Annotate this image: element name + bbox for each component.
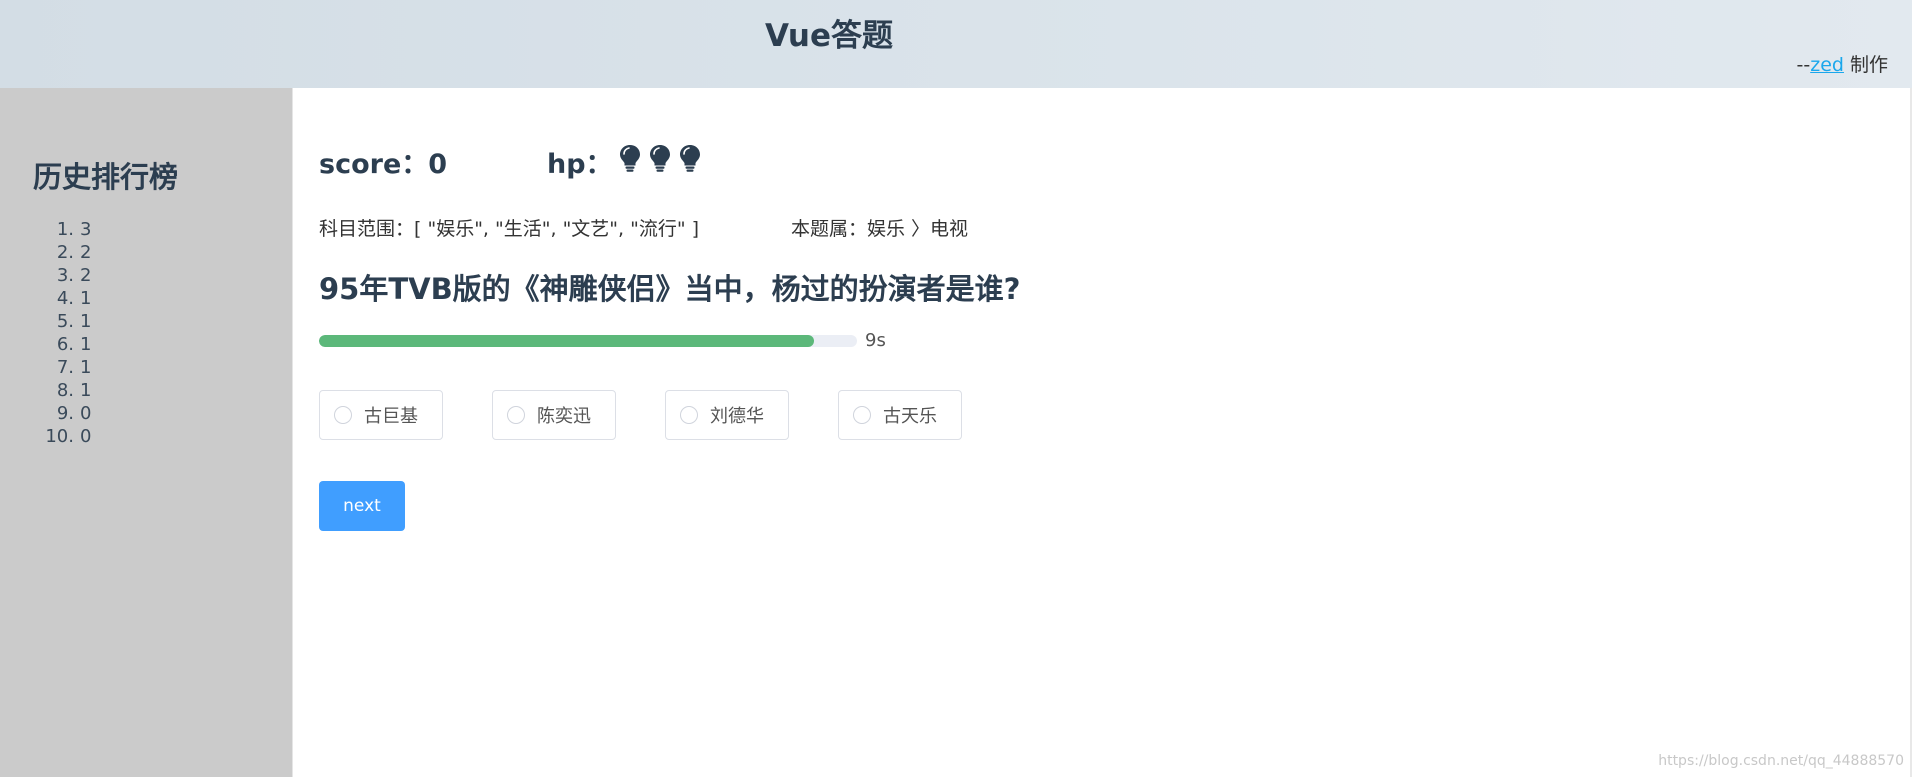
radio-button[interactable] bbox=[334, 406, 352, 424]
lightbulb-icon bbox=[613, 143, 643, 180]
rank-number: 8. bbox=[56, 380, 74, 401]
timer-text: 9s bbox=[865, 330, 886, 351]
hp-icons bbox=[613, 143, 703, 180]
timer-progress: 9s bbox=[319, 330, 886, 351]
leaderboard-sidebar: 历史排行榜 1. 3 2. 2 3. 2 4. 1 5. 1 6. 1 7. 1 8. 1 9. 0 10. 0 bbox=[0, 88, 292, 777]
rank-score: 1 bbox=[80, 288, 92, 309]
hp-label: hp： bbox=[547, 149, 613, 180]
rank-number: 3. bbox=[56, 265, 74, 286]
leaderboard-item: 10. 0 bbox=[0, 425, 200, 448]
status-row: score：0 hp： bbox=[319, 142, 703, 181]
answer-option[interactable]: 古巨基 bbox=[319, 390, 443, 440]
radio-button[interactable] bbox=[853, 406, 871, 424]
rank-score: 2 bbox=[80, 265, 92, 286]
leaderboard-item: 9. 0 bbox=[0, 402, 200, 425]
app-header: Vue答题 --zed 制作 bbox=[0, 0, 1912, 88]
hp-display: hp： bbox=[547, 142, 703, 181]
rank-number: 5. bbox=[56, 311, 74, 332]
author-link[interactable]: zed bbox=[1810, 54, 1844, 76]
radio-button[interactable] bbox=[680, 406, 698, 424]
meta-row: 科目范围：[ "娱乐", "生活", "文艺", "流行" ] 本题属：娱乐 〉… bbox=[319, 214, 968, 241]
leaderboard-item: 8. 1 bbox=[0, 379, 200, 402]
rank-number: 2. bbox=[56, 242, 74, 263]
progress-track bbox=[319, 334, 857, 347]
rank-score: 0 bbox=[80, 426, 92, 447]
rank-score: 2 bbox=[80, 242, 92, 263]
leaderboard-list: 1. 3 2. 2 3. 2 4. 1 5. 1 6. 1 7. 1 8. 1 9. 0 10. 0 bbox=[0, 218, 200, 448]
rank-score: 1 bbox=[80, 357, 92, 378]
rank-number: 6. bbox=[56, 334, 74, 355]
rank-score: 0 bbox=[80, 403, 92, 424]
rank-number: 10. bbox=[45, 426, 74, 447]
option-label: 陈奕迅 bbox=[537, 406, 591, 427]
leaderboard-title: 历史排行榜 bbox=[33, 160, 179, 194]
answer-option[interactable]: 古天乐 bbox=[838, 390, 962, 440]
credit: --zed 制作 bbox=[1797, 50, 1889, 77]
option-label: 古巨基 bbox=[364, 406, 418, 427]
score-display: score：0 bbox=[319, 149, 448, 180]
answer-option[interactable]: 刘德华 bbox=[665, 390, 789, 440]
leaderboard-item: 7. 1 bbox=[0, 356, 200, 379]
rank-number: 4. bbox=[56, 288, 74, 309]
leaderboard-item: 5. 1 bbox=[0, 310, 200, 333]
lightbulb-icon bbox=[643, 143, 673, 180]
rank-score: 1 bbox=[80, 311, 92, 332]
answer-option[interactable]: 陈奕迅 bbox=[492, 390, 616, 440]
leaderboard-item: 6. 1 bbox=[0, 333, 200, 356]
answer-options: 古巨基 陈奕迅 刘德华 古天乐 bbox=[319, 390, 1011, 440]
progress-fill bbox=[319, 334, 814, 347]
lightbulb-icon bbox=[673, 143, 703, 180]
rank-number: 9. bbox=[56, 403, 74, 424]
option-label: 古天乐 bbox=[883, 406, 937, 427]
quiz-panel: score：0 hp： 科目范围：[ "娱乐", "生活", "文艺", "流行… bbox=[292, 88, 1912, 777]
rank-score: 1 bbox=[80, 334, 92, 355]
subject-range: 科目范围：[ "娱乐", "生活", "文艺", "流行" ] bbox=[319, 218, 700, 240]
watermark: https://blog.csdn.net/qq_44888570 bbox=[1658, 753, 1904, 769]
option-label: 刘德华 bbox=[710, 406, 764, 427]
leaderboard-item: 1. 3 bbox=[0, 218, 200, 241]
leaderboard-item: 4. 1 bbox=[0, 287, 200, 310]
credit-prefix: -- bbox=[1796, 54, 1811, 76]
rank-number: 7. bbox=[56, 357, 74, 378]
app-title: Vue答题 bbox=[765, 18, 893, 54]
question-text: 95年TVB版的《神雕侠侣》当中，杨过的扮演者是谁? bbox=[319, 272, 1021, 306]
credit-suffix: 制作 bbox=[1843, 54, 1888, 76]
radio-button[interactable] bbox=[507, 406, 525, 424]
leaderboard-item: 3. 2 bbox=[0, 264, 200, 287]
next-button[interactable]: next bbox=[319, 481, 405, 531]
question-category: 本题属：娱乐 〉电视 bbox=[791, 218, 969, 240]
leaderboard-item: 2. 2 bbox=[0, 241, 200, 264]
rank-number: 1. bbox=[56, 219, 74, 240]
rank-score: 3 bbox=[80, 219, 92, 240]
rank-score: 1 bbox=[80, 380, 92, 401]
